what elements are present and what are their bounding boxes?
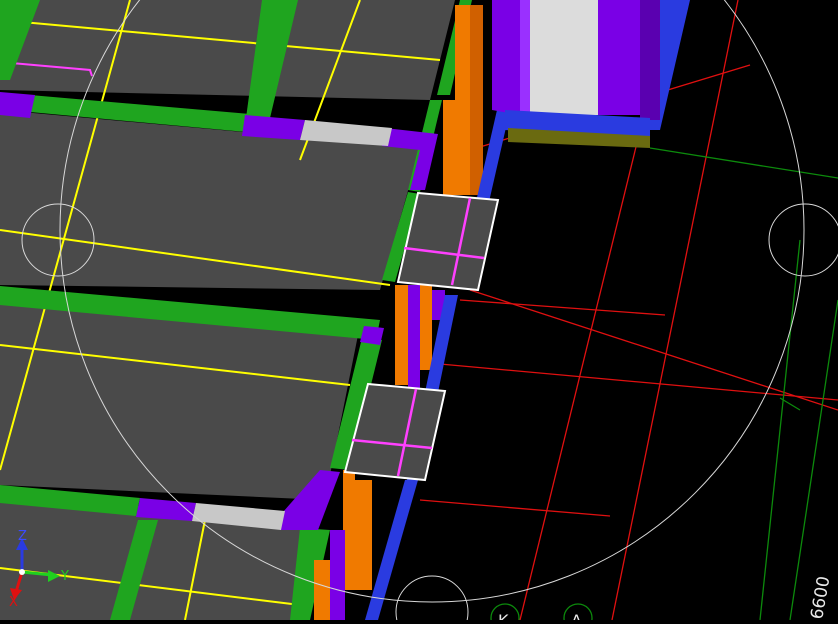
green-grid [649,147,838,621]
axis-label-z: Z [18,529,27,544]
grid-bubble-k-label: K [498,611,509,620]
dimension-text: 6600 [807,575,834,620]
grid-bubble-a[interactable]: A [563,603,593,624]
grid-bubble-k[interactable]: K [490,603,520,624]
axis-label-y: Y [60,569,69,584]
grid-bubble-a-label: A [571,611,582,620]
axis-label-x: X [9,595,18,610]
3d-model-viewport[interactable]: K A 6600 Z Y X [0,0,838,624]
orbit-handle-bottom[interactable] [395,575,469,624]
core-wall[interactable] [492,0,660,148]
model-canvas[interactable]: K A 6600 Z Y X [0,0,838,624]
